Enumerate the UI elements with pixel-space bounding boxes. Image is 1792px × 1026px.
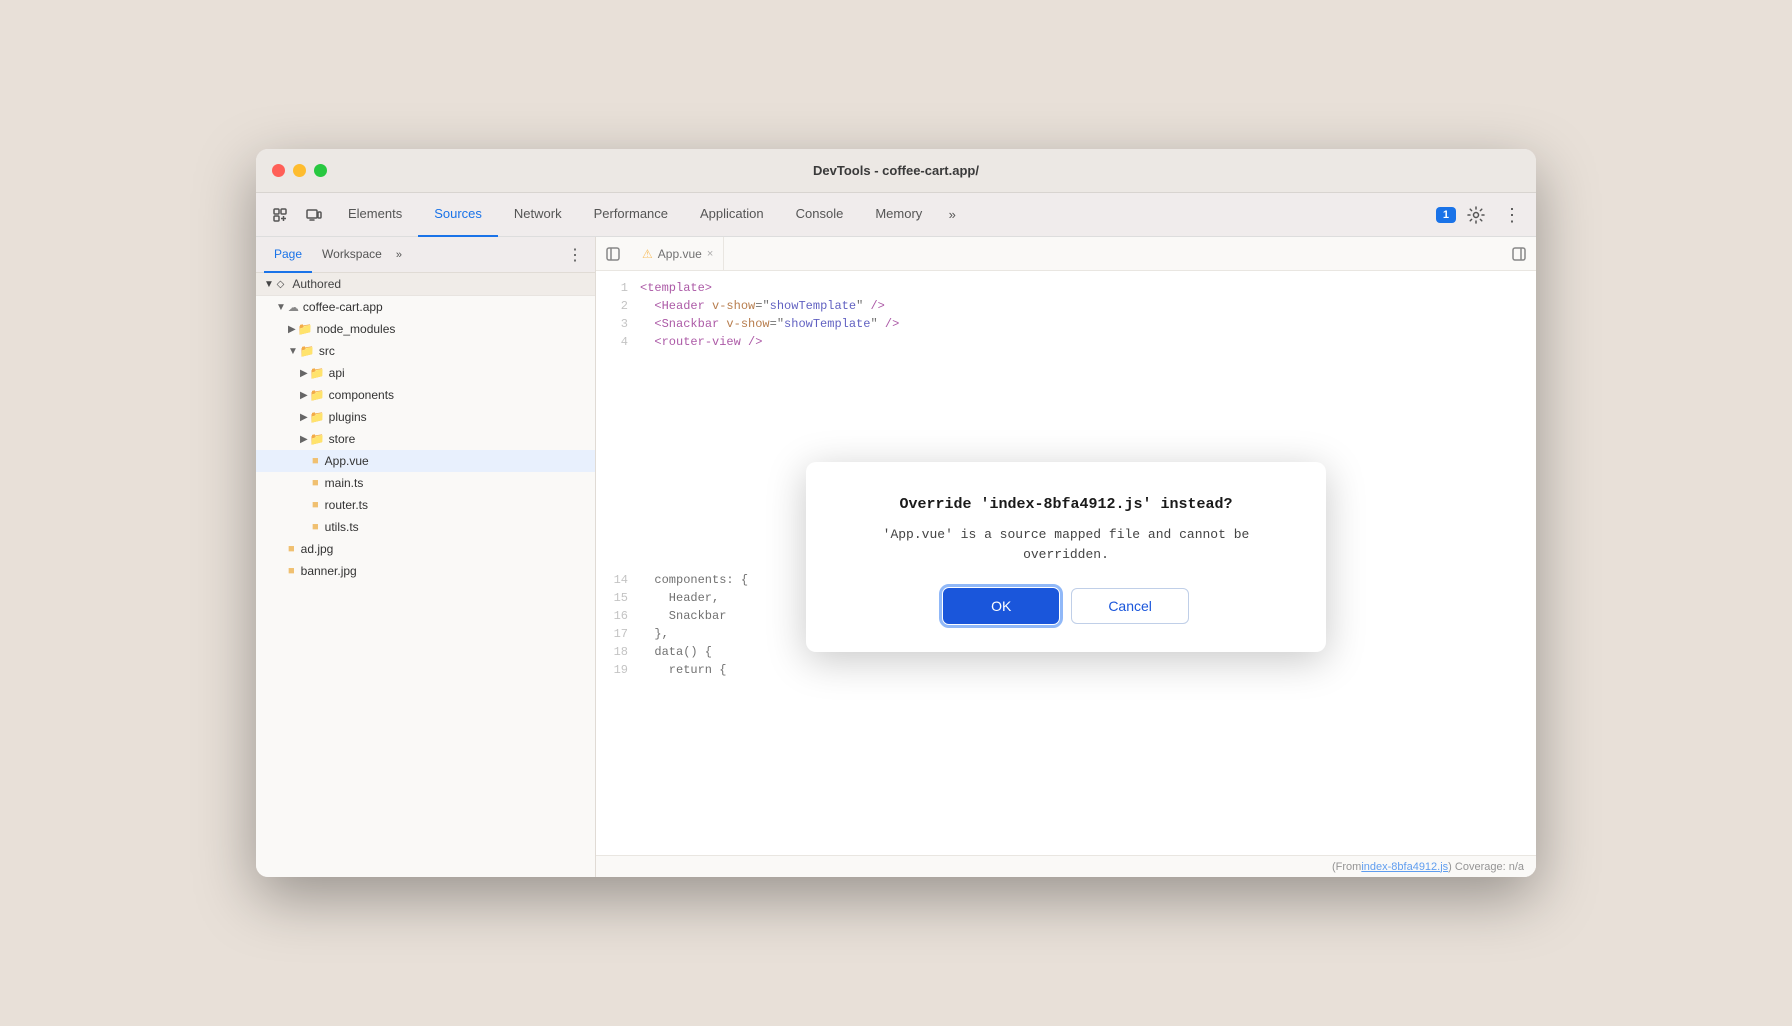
tab-memory[interactable]: Memory xyxy=(859,193,938,237)
tree-item-store[interactable]: ▶ 📁 store xyxy=(256,428,595,450)
dialog-overlay: Override 'index-8bfa4912.js' instead? 'A… xyxy=(596,271,1536,855)
more-tabs-icon[interactable]: » xyxy=(938,201,966,229)
dialog-buttons: OK Cancel xyxy=(846,588,1286,624)
folder-icon: 📁 xyxy=(298,322,313,336)
tree-item-node_modules[interactable]: ▶ 📁 node_modules xyxy=(256,318,595,340)
tree-item-ad-jpg[interactable]: ■ ad.jpg xyxy=(256,538,595,560)
tree-item-main-ts[interactable]: ■ main.ts xyxy=(256,472,595,494)
code-editor[interactable]: 1 <template> 2 <Header v-show="showTempl… xyxy=(596,271,1536,855)
tab-network[interactable]: Network xyxy=(498,193,578,237)
components-folder-icon: 📁 xyxy=(310,388,325,402)
utils-file-icon: ■ xyxy=(312,521,319,533)
dialog-ok-button[interactable]: OK xyxy=(943,588,1059,624)
tree-item-app-vue[interactable]: ■ App.vue xyxy=(256,450,595,472)
file-tree: ▼ ☁ coffee-cart.app ▶ 📁 node_modules ▼ 📁… xyxy=(256,296,595,877)
tab-sources[interactable]: Sources xyxy=(418,193,498,237)
tree-item-domain[interactable]: ▼ ☁ coffee-cart.app xyxy=(256,296,595,318)
ad-file-icon: ■ xyxy=(288,543,295,555)
tree-item-banner-jpg[interactable]: ■ banner.jpg xyxy=(256,560,595,582)
dialog-cancel-button[interactable]: Cancel xyxy=(1071,588,1189,624)
sidebar-more-tabs[interactable]: » xyxy=(392,249,406,261)
main-area: Page Workspace » ⋮ ▼ ◇ Authored ▼ ☁ cof xyxy=(256,237,1536,877)
domain-arrow-icon: ▼ xyxy=(276,302,286,313)
store-folder-icon: 📁 xyxy=(310,432,325,446)
components-arrow: ▶ xyxy=(300,390,308,401)
authored-arrow: ▼ ◇ xyxy=(264,279,284,290)
node-modules-arrow: ▶ xyxy=(288,324,296,335)
dialog: Override 'index-8bfa4912.js' instead? 'A… xyxy=(806,462,1326,652)
vue-file-icon: ■ xyxy=(312,455,319,467)
tree-item-utils-ts[interactable]: ■ utils.ts xyxy=(256,516,595,538)
plugins-folder-icon: 📁 xyxy=(310,410,325,424)
editor-area: ⚠ App.vue × 1 <template> xyxy=(596,237,1536,877)
sidebar-tab-workspace[interactable]: Workspace xyxy=(312,237,392,273)
window-title: DevTools - coffee-cart.app/ xyxy=(813,163,979,178)
api-folder-icon: 📁 xyxy=(310,366,325,380)
titlebar: DevTools - coffee-cart.app/ xyxy=(256,149,1536,193)
tab-console[interactable]: Console xyxy=(780,193,860,237)
main-tabbar: Elements Sources Network Performance App… xyxy=(256,193,1536,237)
authored-section[interactable]: ▼ ◇ Authored xyxy=(256,273,595,296)
tabbar-right: 1 ⋮ xyxy=(1436,199,1528,231)
store-arrow: ▶ xyxy=(300,434,308,445)
ts-file-icon: ■ xyxy=(312,477,319,489)
tree-item-router-ts[interactable]: ■ router.ts xyxy=(256,494,595,516)
tab-performance[interactable]: Performance xyxy=(578,193,684,237)
tree-item-components[interactable]: ▶ 📁 components xyxy=(256,384,595,406)
device-icon[interactable] xyxy=(298,199,330,231)
sidebar-tabs: Page Workspace » ⋮ xyxy=(256,237,595,273)
devtools-window: DevTools - coffee-cart.app/ Elements Sou… xyxy=(256,149,1536,877)
tree-item-src[interactable]: ▼ 📁 src xyxy=(256,340,595,362)
api-arrow: ▶ xyxy=(300,368,308,379)
sidebar-tab-page[interactable]: Page xyxy=(264,237,312,273)
inspect-icon[interactable] xyxy=(264,199,296,231)
minimize-button[interactable] xyxy=(293,164,306,177)
src-folder-icon: 📁 xyxy=(300,344,315,358)
sidebar-options-icon[interactable]: ⋮ xyxy=(563,243,587,267)
plugins-arrow: ▶ xyxy=(300,412,308,423)
banner-file-icon: ■ xyxy=(288,565,295,577)
src-arrow: ▼ xyxy=(288,346,298,357)
dialog-body: 'App.vue' is a source mapped file and ca… xyxy=(846,525,1286,564)
kebab-menu-icon[interactable]: ⋮ xyxy=(1496,199,1528,231)
close-button[interactable] xyxy=(272,164,285,177)
window-controls xyxy=(272,164,327,177)
settings-icon[interactable] xyxy=(1460,199,1492,231)
console-badge[interactable]: 1 xyxy=(1436,207,1456,223)
maximize-button[interactable] xyxy=(314,164,327,177)
sidebar: Page Workspace » ⋮ ▼ ◇ Authored ▼ ☁ cof xyxy=(256,237,596,877)
tree-item-api[interactable]: ▶ 📁 api xyxy=(256,362,595,384)
router-file-icon: ■ xyxy=(312,499,319,511)
tab-elements[interactable]: Elements xyxy=(332,193,418,237)
dialog-title: Override 'index-8bfa4912.js' instead? xyxy=(846,494,1286,515)
tab-application[interactable]: Application xyxy=(684,193,780,237)
tree-item-plugins[interactable]: ▶ 📁 plugins xyxy=(256,406,595,428)
